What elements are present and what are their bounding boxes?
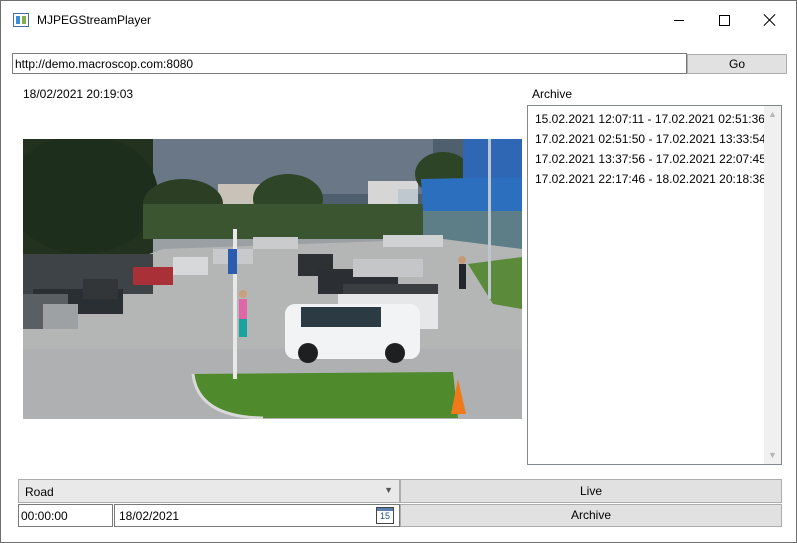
archive-button[interactable]: Archive [400, 504, 782, 527]
list-item[interactable]: 15.02.2021 12:07:11 - 17.02.2021 02:51:3… [535, 112, 765, 126]
app-window: MJPEGStreamPlayer Go 18/02/2021 20:19:03… [0, 0, 797, 543]
camera-select[interactable]: Road ▼ [18, 479, 400, 503]
app-window-icon [13, 13, 29, 27]
parking-lot-image [23, 139, 522, 419]
list-item[interactable]: 17.02.2021 02:51:50 - 17.02.2021 13:33:5… [535, 132, 766, 146]
close-button[interactable] [747, 1, 793, 39]
scroll-up-icon[interactable]: ▲ [764, 106, 781, 123]
date-value: 18/02/2021 [119, 509, 180, 523]
archive-list[interactable]: 15.02.2021 12:07:11 - 17.02.2021 02:51:3… [527, 105, 782, 465]
calendar-icon[interactable]: 15 [376, 507, 394, 524]
maximize-button[interactable] [701, 1, 747, 39]
close-icon [764, 14, 776, 26]
archive-label: Archive [532, 87, 573, 101]
window-title: MJPEGStreamPlayer [37, 13, 152, 27]
archive-scrollbar[interactable]: ▲ ▼ [764, 106, 781, 464]
list-item[interactable]: 17.02.2021 13:37:56 - 17.02.2021 22:07:4… [535, 152, 766, 166]
list-item[interactable]: 17.02.2021 22:17:46 - 18.02.2021 20:18:3… [535, 172, 766, 186]
video-timestamp: 18/02/2021 20:19:03 [23, 87, 134, 101]
title-bar[interactable]: MJPEGStreamPlayer [1, 1, 796, 39]
chevron-down-icon: ▼ [384, 485, 393, 495]
video-frame [23, 139, 522, 419]
date-picker[interactable]: 18/02/2021 15 [114, 504, 400, 527]
minimize-icon [674, 19, 684, 21]
go-button[interactable]: Go [687, 54, 787, 74]
url-input[interactable] [12, 53, 687, 74]
time-input[interactable] [18, 504, 113, 527]
calendar-icon-day: 15 [379, 511, 390, 521]
scroll-down-icon[interactable]: ▼ [764, 447, 781, 464]
camera-select-value: Road [25, 485, 54, 499]
minimize-button[interactable] [656, 1, 702, 39]
maximize-icon [718, 14, 730, 26]
live-button[interactable]: Live [400, 479, 782, 503]
